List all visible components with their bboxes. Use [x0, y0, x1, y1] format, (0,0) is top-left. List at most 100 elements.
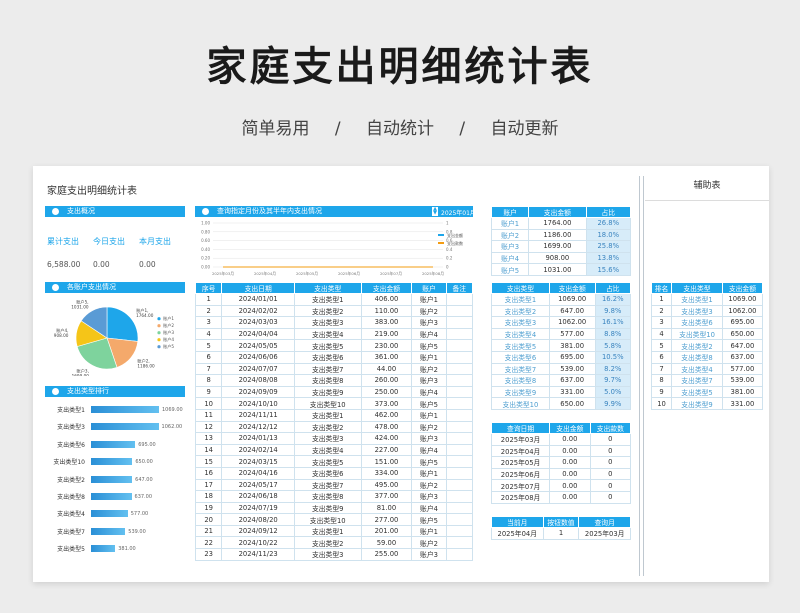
rank-bar [91, 545, 116, 553]
table-cell: 21 [194, 524, 223, 538]
table-cell: 15 [194, 455, 223, 468]
table-cell [445, 385, 474, 399]
table-cell: 8 [194, 374, 223, 387]
table-cell: 支出类型4 [671, 362, 723, 376]
column-divider [643, 176, 644, 576]
table-cell: 支出类型3 [671, 304, 723, 318]
column-header: 支出款数 [589, 422, 632, 434]
table-cell: 22 [194, 536, 223, 550]
legend-swatch [157, 338, 161, 342]
table-cell [445, 327, 474, 341]
table-cell: 647.00 [548, 304, 596, 318]
table-cell: 18.0% [585, 228, 632, 242]
rank-bar-label: 支出类型2 [57, 476, 85, 484]
table-cell [445, 304, 474, 318]
table-cell [445, 420, 474, 434]
y-tick-label: 0.00 [201, 265, 210, 270]
table-cell [445, 478, 474, 492]
table-cell: 14 [194, 443, 223, 457]
rank-bar-value: 1069.00 [162, 407, 183, 413]
table-cell: 支出类型2 [293, 536, 362, 550]
table-cell: 8.8% [594, 327, 632, 341]
table-cell [445, 536, 474, 550]
table-row: 支出类型10 650.00 9.9% [491, 397, 632, 410]
table-cell: 1186.00 [528, 228, 587, 242]
table-row: 14 2024/02/14 支出类型4 227.00 账户4 [194, 443, 474, 457]
table-cell: 2024/03/03 [221, 316, 295, 329]
table-cell: 支出类型6 [293, 350, 362, 364]
table-row: 6 2024/06/06 支出类型6 361.00 账户1 [194, 350, 474, 364]
table-cell: 0 [589, 467, 632, 481]
table-row: 19 2024/07/19 支出类型9 81.00 账户4 [194, 501, 474, 515]
table-cell: 5 [650, 339, 673, 352]
table-cell: 0.00 [549, 490, 591, 504]
table-cell: 账户1 [411, 524, 447, 538]
table-cell: 支出类型3 [491, 316, 550, 329]
table-cell: 17 [194, 478, 223, 492]
table-row: 11 2024/11/11 支出类型1 462.00 账户1 [194, 408, 474, 422]
table-cell: 908.00 [528, 251, 587, 265]
table-cell: 2024/01/13 [221, 432, 295, 445]
table-cell: 账户4 [411, 501, 447, 515]
legend-label: 账户4 [163, 336, 174, 343]
table-cell: 462.00 [360, 408, 413, 422]
table-cell: 2024/07/07 [221, 362, 295, 376]
today-expense-value: 0.00 [93, 260, 110, 269]
legend-label: 账户5 [163, 343, 174, 350]
table-cell: 支出类型3 [293, 316, 362, 329]
table-cell: 0.00 [549, 467, 591, 481]
tag-separator: / [334, 119, 341, 139]
table-cell: 2025年03月 [578, 527, 631, 540]
column-header: 占比 [585, 206, 632, 218]
rank-bar-label: 支出类型10 [53, 459, 85, 467]
column-header: 账户 [411, 282, 447, 294]
table-cell: 账户1 [490, 217, 530, 230]
table-cell: 账户4 [411, 443, 447, 457]
table-cell [445, 490, 474, 503]
table-cell: 支出类型9 [293, 385, 362, 399]
table-cell: 650.00 [721, 327, 764, 341]
y-tick-label: 0.80 [201, 229, 210, 234]
table-cell: 12 [194, 420, 223, 434]
table-cell: 18 [194, 490, 223, 503]
table-cell: 1699.00 [528, 240, 587, 253]
table-cell: 2 [194, 304, 223, 318]
table-cell: 8.2% [594, 362, 632, 376]
table-cell: 2024/02/14 [221, 443, 295, 457]
table-cell: 支出类型7 [293, 478, 362, 492]
table-cell: 2025年07月 [490, 479, 551, 492]
table-cell: 支出类型5 [293, 455, 362, 468]
type-summary-table: 支出类型 支出金额 占比 支出类型1 1069.00 16.2% 支出类型2 647.00 9… [491, 282, 632, 410]
rank-bar-value: 539.00 [128, 528, 146, 535]
account-summary-table: 账户 支出金额 占比 账户1 1764.00 26.8% 账户2 1186.00 18.0% 账… [490, 206, 632, 276]
table-cell: 账户4 [411, 327, 447, 341]
table-cell: 23 [194, 548, 223, 561]
table-row: 1 2024/01/01 支出类型1 406.00 账户1 [194, 293, 474, 306]
table-cell: 495.00 [360, 478, 413, 492]
monthly-line-chart: 1.00 10.80 0.80.60 0.60.40 0.40.20 0.20.00 020… [201, 221, 463, 277]
table-row: 18 2024/06/18 支出类型8 377.00 账户3 [194, 490, 474, 503]
month-spinner[interactable]: ▲ ▼ [431, 206, 439, 217]
tag-separator: / [459, 119, 466, 139]
x-tick-label: 2025年05月 [296, 271, 318, 276]
table-row: 支出类型4 577.00 8.8% [491, 327, 632, 341]
rank-bar-label: 支出类型3 [57, 424, 85, 432]
table-row: 支出类型2 647.00 9.8% [491, 304, 632, 318]
rank-bar-value: 381.00 [118, 546, 136, 553]
aux-table-title: 辅助表 [693, 181, 721, 191]
rank-header: 支出类型排行 [45, 386, 185, 397]
table-cell [445, 548, 474, 561]
table-cell: 2025年06月 [490, 467, 551, 481]
table-cell: 230.00 [360, 339, 413, 352]
legend-label: 支出金额 [447, 232, 463, 238]
table-cell: 账户2 [411, 362, 447, 376]
column-header: 支出金额 [528, 206, 587, 218]
table-row: 支出类型1 1069.00 16.2% [491, 293, 632, 306]
rank-bar-value: 637.00 [134, 494, 153, 500]
y-tick-label: 1.00 [201, 221, 210, 226]
table-row: 支出类型8 637.00 9.7% [491, 374, 632, 387]
table-cell: 支出类型8 [491, 374, 550, 387]
table-cell: 2025年05月 [490, 456, 551, 469]
table-cell: 110.00 [360, 304, 413, 318]
table-cell: 361.00 [360, 350, 413, 364]
